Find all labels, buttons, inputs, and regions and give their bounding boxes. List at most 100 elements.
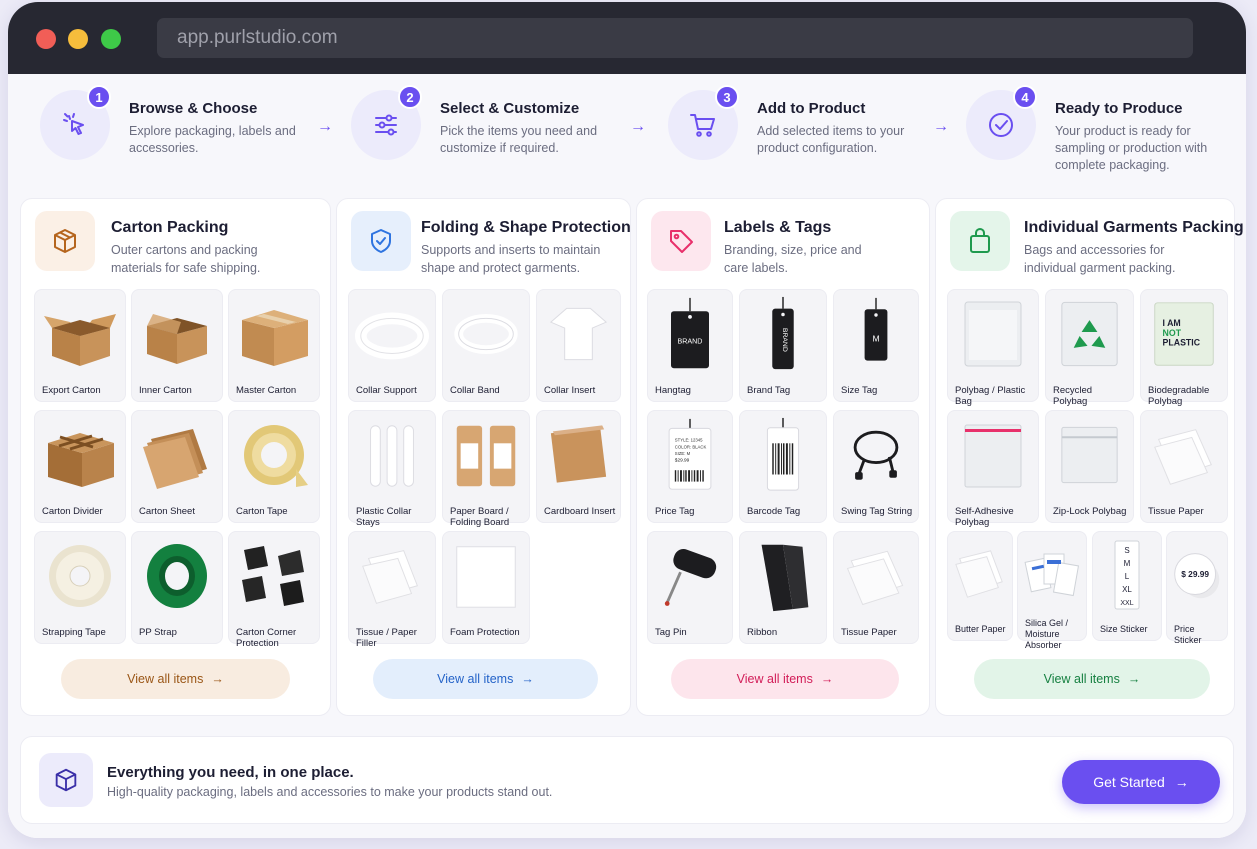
item-tile-plastic-collar-stays[interactable]: Plastic Collar Stays: [348, 410, 436, 528]
category-description: Branding, size, price and care labels.: [724, 243, 862, 275]
step-number-badge: 3: [715, 85, 739, 109]
foam-sheet-image: [447, 536, 525, 616]
item-tile-pp-strap[interactable]: PP Strap: [131, 531, 223, 644]
item-label: Ribbon: [747, 627, 778, 638]
zip-lock-polybag-image: [1050, 415, 1129, 495]
category-description: Supports and inserts to maintain shape a…: [421, 243, 601, 275]
corner-protectors-image: [233, 536, 315, 616]
item-tile-export-carton[interactable]: Export Carton: [34, 289, 126, 402]
item-tile-ribbon[interactable]: Ribbon: [739, 531, 827, 644]
item-label: Barcode Tag: [747, 506, 801, 517]
address-bar[interactable]: app.purlstudio.com: [157, 18, 1193, 58]
get-started-button[interactable]: Get Started →: [1062, 760, 1220, 804]
bag-text: NOT: [1163, 328, 1182, 338]
item-tile-recycled-polybag[interactable]: Recycled Polybag: [1045, 289, 1134, 407]
carton-divider-image: [39, 415, 121, 495]
close-window-button[interactable]: [36, 29, 56, 49]
item-tile-master-carton[interactable]: Master Carton: [228, 289, 320, 402]
item-label: Price Sticker: [1174, 624, 1202, 645]
item-label: Inner Carton: [139, 385, 192, 396]
item-tile-carton-sheet[interactable]: Carton Sheet: [131, 410, 223, 523]
price-tag-line: SIZE: M: [675, 451, 691, 456]
item-tile-tissue-paper[interactable]: Tissue Paper: [833, 531, 919, 644]
item-tile-tissue-paper[interactable]: Tissue Paper: [1140, 410, 1228, 523]
item-tile-carton-tape[interactable]: Carton Tape: [228, 410, 320, 523]
tag-icon: [651, 211, 711, 271]
shield-icon: [351, 211, 411, 271]
butter-paper-image: [952, 536, 1008, 614]
item-tile-self-adhesive-polybag[interactable]: Self-Adhesive Polybag: [947, 410, 1039, 528]
item-tile-brand-tag[interactable]: BRAND Brand Tag: [739, 289, 827, 402]
item-tile-price-tag[interactable]: STYLE: 12345 COLOR: BLACK SIZE: M $29.99 Pr…: [647, 410, 733, 523]
biodegradable-polybag-image: I AM NOT PLASTIC: [1145, 294, 1223, 374]
item-tile-biodegradable-polybag[interactable]: I AM NOT PLASTIC Biodegradable Polybag: [1140, 289, 1228, 407]
size-sticker-text: M: [1124, 559, 1131, 568]
item-tile-collar-support[interactable]: Collar Support: [348, 289, 436, 402]
view-all-garments-packing-button[interactable]: View all items →: [974, 659, 1210, 699]
pp-strap-image: [136, 536, 218, 616]
item-tile-tissue-paper-filler[interactable]: Tissue / Paper Filler: [348, 531, 436, 649]
item-label: Carton Divider: [42, 506, 103, 517]
item-tile-polybag[interactable]: Polybag / Plastic Bag: [947, 289, 1039, 407]
step-description: Pick the items you need and customize if…: [440, 124, 598, 155]
item-label: Export Carton: [42, 385, 101, 396]
item-tile-strapping-tape[interactable]: Strapping Tape: [34, 531, 126, 644]
item-tile-zip-lock-polybag[interactable]: Zip-Lock Polybag: [1045, 410, 1134, 523]
size-sticker-text: XXL: [1120, 600, 1133, 607]
arrow-right-icon: →: [211, 672, 224, 686]
item-tile-inner-carton[interactable]: Inner Carton: [131, 289, 223, 402]
hangtag-image: BRAND: [652, 294, 728, 374]
item-tile-size-tag[interactable]: M Size Tag: [833, 289, 919, 402]
footer-subtitle: High-quality packaging, labels and acces…: [107, 785, 553, 799]
item-tile-butter-paper[interactable]: Butter Paper: [947, 531, 1013, 641]
item-tile-collar-band[interactable]: Collar Band: [442, 289, 530, 402]
category-card-individual-garments-packing: Individual Garments Packing Bags and acc…: [935, 198, 1244, 716]
shopping-bag-icon: [950, 211, 1010, 271]
maximize-window-button[interactable]: [101, 29, 121, 49]
item-tile-barcode-tag[interactable]: Barcode Tag: [739, 410, 827, 523]
item-tile-cardboard-insert[interactable]: Cardboard Insert: [536, 410, 621, 523]
item-tile-silica-gel[interactable]: Silica Gel / Moisture Absorber: [1017, 531, 1087, 650]
category-card-carton-packing: Carton Packing Outer cartons and packing…: [20, 198, 331, 716]
price-tag-line: STYLE: 12345: [675, 438, 703, 443]
collar-support-image: [353, 294, 431, 374]
polybag-image: [952, 294, 1034, 374]
item-tile-swing-tag-string[interactable]: Swing Tag String: [833, 410, 919, 523]
item-label: Carton Tape: [236, 506, 288, 517]
item-label: Brand Tag: [747, 385, 791, 396]
bag-text: I AM: [1163, 318, 1181, 328]
collar-band-image: [447, 294, 525, 374]
item-tile-collar-insert[interactable]: Collar Insert: [536, 289, 621, 402]
item-tile-carton-divider[interactable]: Carton Divider: [34, 410, 126, 523]
arrow-right-icon: →: [317, 118, 333, 135]
recycled-polybag-image: [1050, 294, 1129, 374]
item-label: Collar Support: [356, 385, 417, 396]
view-all-folding-protection-button[interactable]: View all items →: [373, 659, 598, 699]
item-label: Tag Pin: [655, 627, 687, 638]
size-sticker-image: S M L XL XXL: [1097, 536, 1157, 614]
box-icon: [35, 211, 95, 271]
tag-pin-gun-image: [652, 536, 728, 616]
minimize-window-button[interactable]: [68, 29, 88, 49]
item-tile-carton-corner-protection[interactable]: Carton Corner Protection: [228, 531, 320, 649]
item-label: Zip-Lock Polybag: [1053, 506, 1127, 517]
price-tag-line: $29.99: [675, 458, 690, 464]
item-tile-price-sticker[interactable]: $ 29.99 Price Sticker: [1166, 531, 1228, 645]
item-tile-size-sticker[interactable]: S M L XL XXL Size Sticker: [1092, 531, 1162, 641]
item-tile-tag-pin[interactable]: Tag Pin: [647, 531, 733, 644]
item-tile-paper-board[interactable]: Paper Board / Folding Board: [442, 410, 530, 528]
item-label: Collar Insert: [544, 385, 596, 396]
view-all-labels-tags-button[interactable]: View all items →: [671, 659, 899, 699]
view-all-carton-packing-button[interactable]: View all items →: [61, 659, 290, 699]
item-label: Paper Board / Folding Board: [450, 506, 510, 528]
item-label: Tissue Paper: [841, 627, 897, 638]
closed-carton-image: [233, 294, 315, 374]
price-sticker-image: $ 29.99: [1171, 536, 1223, 614]
item-label: Hangtag: [655, 385, 691, 396]
step-description: Your product is ready for sampling or pr…: [1055, 124, 1208, 172]
arrow-right-icon: →: [933, 118, 949, 135]
view-all-label: View all items: [127, 672, 204, 686]
browser-titlebar: app.purlstudio.com: [8, 2, 1246, 74]
item-tile-foam-protection[interactable]: Foam Protection: [442, 531, 530, 644]
item-tile-hangtag[interactable]: BRAND Hangtag: [647, 289, 733, 402]
